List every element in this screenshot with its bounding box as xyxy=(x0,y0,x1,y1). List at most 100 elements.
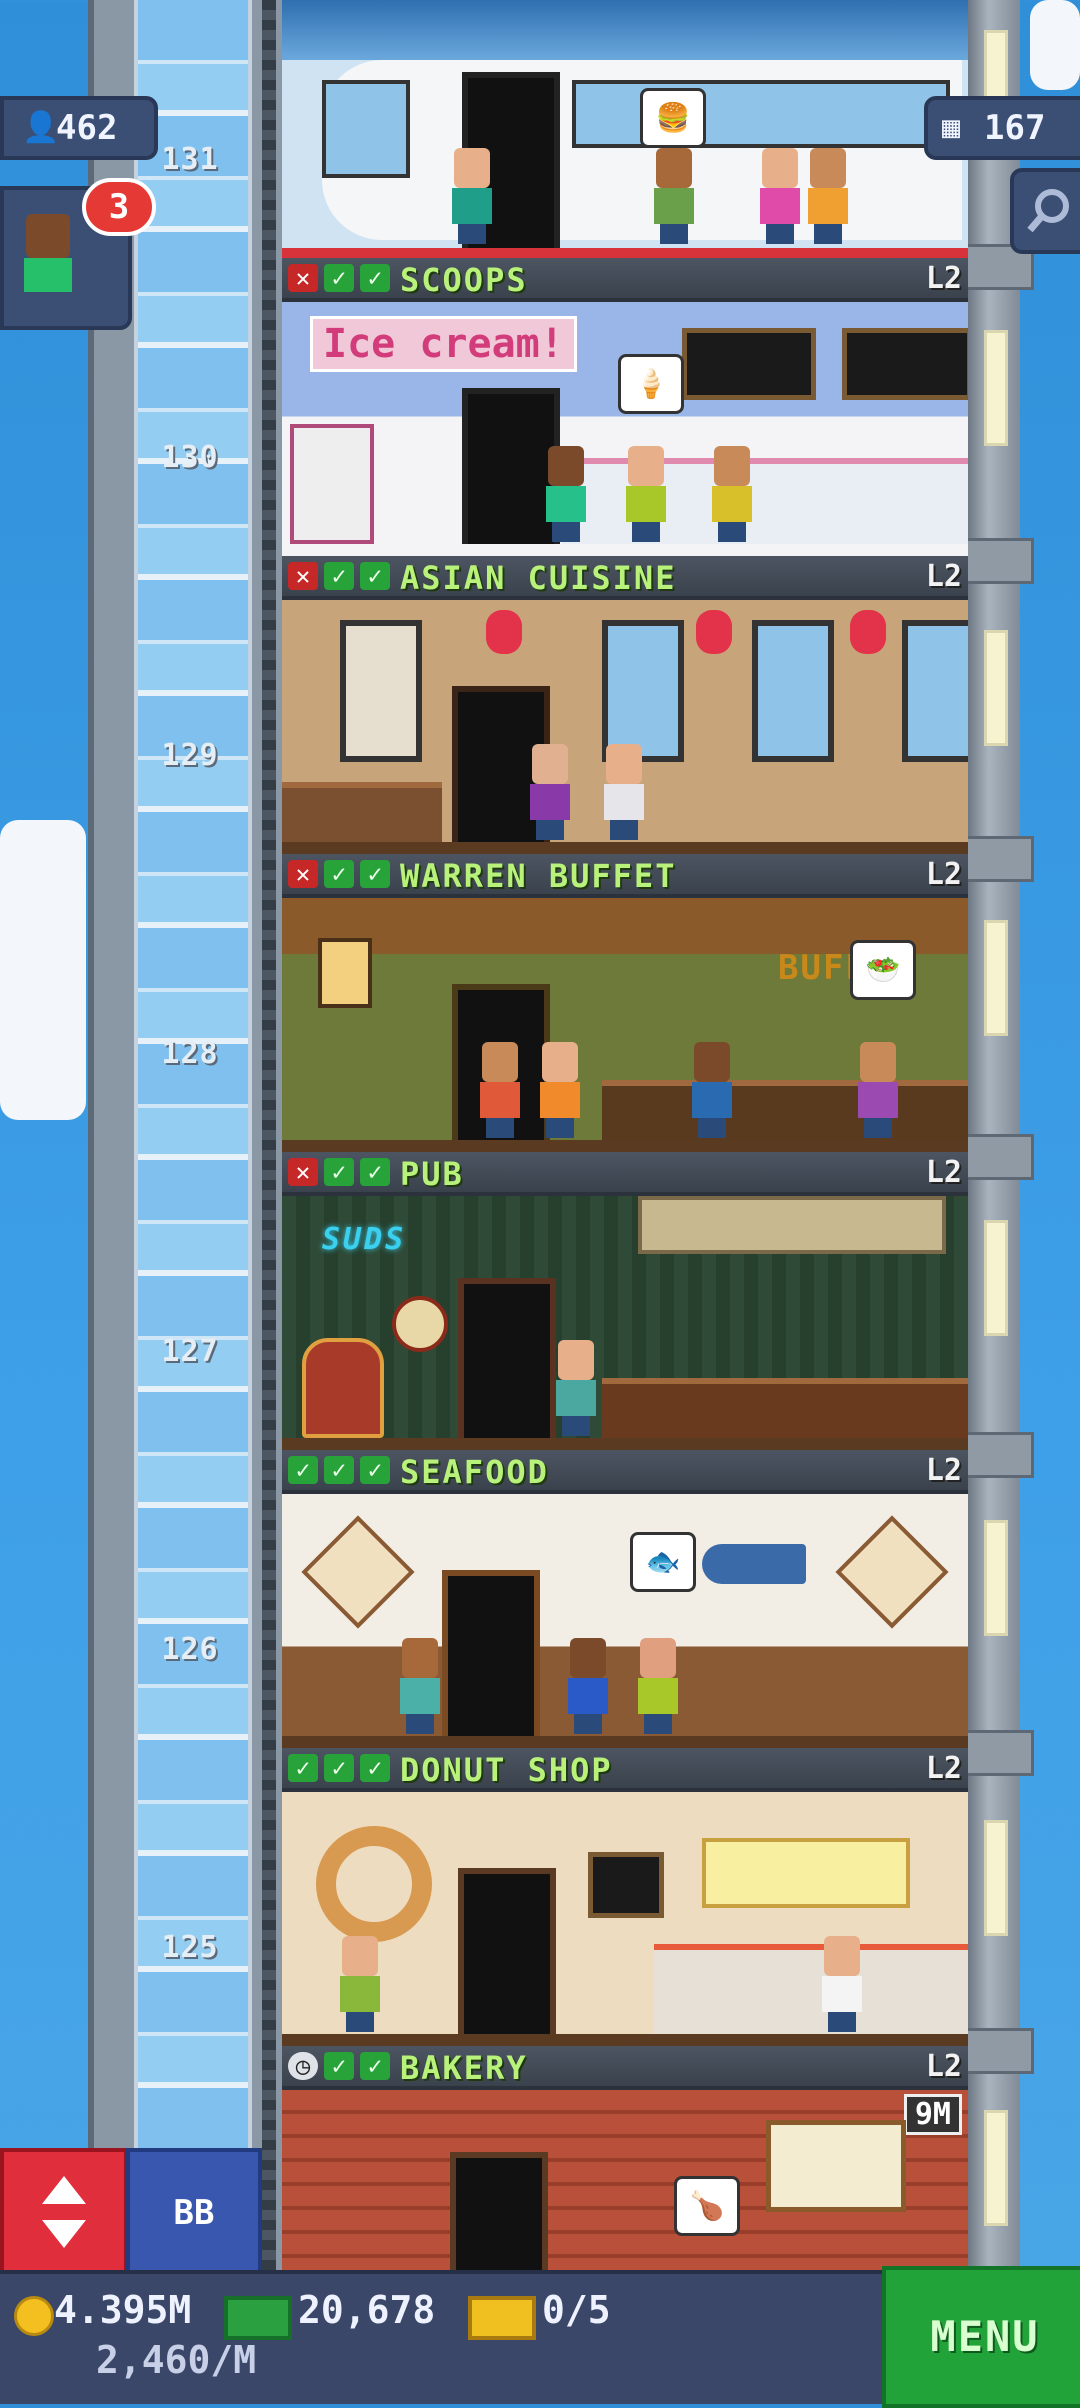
pillar-cap xyxy=(962,1432,1034,1478)
ice-cream-sign: Ice cream! xyxy=(310,316,577,372)
lattice-window xyxy=(340,620,422,762)
elevator-button[interactable] xyxy=(0,2148,128,2278)
lantern xyxy=(696,610,732,654)
floor-level: L2 xyxy=(925,857,962,892)
pillar-cap xyxy=(962,1134,1034,1180)
person[interactable] xyxy=(758,148,802,244)
person[interactable] xyxy=(398,1638,442,1734)
status-check-icon: ✓ xyxy=(324,2052,354,2080)
counter xyxy=(562,458,968,544)
floor-header: ✕ ✓ ✓ WARREN BUFFET L2 xyxy=(282,854,968,898)
floor-interior: BUFFET 🥗 xyxy=(282,898,968,1152)
pillar-light xyxy=(984,920,1008,1036)
crab-frame xyxy=(301,1515,415,1629)
floor-title: BAKERY xyxy=(400,2049,528,2087)
status-x-icon: ✕ xyxy=(288,562,318,590)
floor-127-pub[interactable]: ✕ ✓ ✓ PUB L2 SUDS xyxy=(282,1152,968,1450)
marlin-decor xyxy=(702,1544,806,1584)
floor-129-asian-cuisine[interactable]: ✕ ✓ ✓ ASIAN CUISINE L2 xyxy=(282,556,968,854)
person[interactable] xyxy=(690,1042,734,1138)
bitbook-button[interactable]: BB xyxy=(126,2148,262,2278)
pillar-light xyxy=(984,2110,1008,2226)
floor-base xyxy=(282,842,968,854)
person[interactable] xyxy=(538,1042,582,1138)
menu-board xyxy=(842,328,968,400)
floor-base xyxy=(282,2034,968,2046)
pillar-cap xyxy=(962,538,1034,584)
person[interactable] xyxy=(528,744,572,840)
person[interactable] xyxy=(652,148,696,244)
status-check-icon: ✓ xyxy=(360,562,390,590)
status-x-icon: ✕ xyxy=(288,264,318,292)
bux-value: 20,678 xyxy=(298,2288,436,2332)
status-check-icon: ✓ xyxy=(324,860,354,888)
floor-level: L2 xyxy=(925,1751,962,1786)
floor-number: 130 xyxy=(161,440,219,475)
floor-128-warren-buffet[interactable]: ✕ ✓ ✓ WARREN BUFFET L2 BUFFET 🥗 xyxy=(282,854,968,1152)
floor-interior: SUDS xyxy=(282,1196,968,1450)
person[interactable] xyxy=(478,1042,522,1138)
search-button[interactable] xyxy=(1010,168,1080,254)
person[interactable] xyxy=(554,1340,598,1436)
floors-value: 167 xyxy=(984,108,1046,148)
lantern xyxy=(486,610,522,654)
floors-counter[interactable]: ▦ 167 xyxy=(924,96,1080,160)
floor-126-seafood[interactable]: ✓ ✓ ✓ SEAFOOD L2 🐟 xyxy=(282,1450,968,1748)
bakery-menu-sign xyxy=(766,2120,906,2212)
menu-board xyxy=(588,1852,664,1918)
visitor-avatar xyxy=(26,214,70,258)
person[interactable] xyxy=(856,1042,900,1138)
lantern xyxy=(850,610,886,654)
person[interactable] xyxy=(566,1638,610,1734)
person[interactable] xyxy=(450,148,494,244)
timer-badge: 9M xyxy=(903,2094,962,2135)
menu-label: MENU xyxy=(930,2312,1040,2361)
speech-bubble: 🐟 xyxy=(630,1532,696,1592)
floor-title: SCOOPS xyxy=(400,261,528,299)
menu-button[interactable]: MENU xyxy=(882,2266,1080,2408)
bar-counter xyxy=(602,1378,968,1438)
suds-neon-sign: SUDS xyxy=(322,1222,407,1257)
floor-header: ✕ ✓ ✓ PUB L2 xyxy=(282,1152,968,1196)
door xyxy=(458,1868,556,2034)
person[interactable] xyxy=(602,744,646,840)
floor-number: 126 xyxy=(161,1632,219,1667)
floor-title: SEAFOOD xyxy=(400,1453,549,1491)
search-icon xyxy=(1027,189,1069,233)
floor-header: ✕ ✓ ✓ ASIAN CUISINE L2 xyxy=(282,556,968,600)
status-check-icon: ✓ xyxy=(360,1158,390,1186)
pillar-light xyxy=(984,1520,1008,1636)
person[interactable] xyxy=(710,446,754,542)
floor-title: PUB xyxy=(400,1155,464,1193)
person[interactable] xyxy=(820,1936,864,2032)
cloud xyxy=(1030,0,1080,90)
status-check-icon: ✓ xyxy=(324,264,354,292)
notification-badge: 3 xyxy=(82,178,156,236)
floor-124-bakery[interactable]: ◷ ✓ ✓ BAKERY L2 9M 🍗 xyxy=(282,2046,968,2270)
speech-bubble: 🥗 xyxy=(850,940,916,1000)
crab-frame xyxy=(835,1515,949,1629)
grid-icon: ▦ xyxy=(942,110,961,145)
person[interactable] xyxy=(636,1638,680,1734)
person[interactable] xyxy=(338,1936,382,2032)
status-check-icon: ✓ xyxy=(324,1754,354,1782)
floor-level: L2 xyxy=(925,261,962,296)
floor-125-donut-shop[interactable]: ✓ ✓ ✓ DONUT SHOP L2 xyxy=(282,1748,968,2046)
door xyxy=(442,1570,540,1736)
bux-icon xyxy=(224,2296,292,2340)
floor-level: L2 xyxy=(925,1155,962,1190)
population-counter[interactable]: 👤 462 xyxy=(0,96,158,160)
floor-interior xyxy=(282,600,968,854)
person[interactable] xyxy=(624,446,668,542)
pillar-light xyxy=(984,630,1008,746)
floor-131[interactable]: 🍔 xyxy=(282,0,968,258)
jukebox xyxy=(302,1338,384,1438)
floor-130-scoops[interactable]: ✕ ✓ ✓ SCOOPS L2 Ice cream! 🍦 xyxy=(282,258,968,556)
glass-rack xyxy=(638,1196,946,1254)
person[interactable] xyxy=(544,446,588,542)
floor-level: L2 xyxy=(925,1453,962,1488)
display-case xyxy=(290,424,374,544)
person[interactable] xyxy=(806,148,850,244)
floor-title: DONUT SHOP xyxy=(400,1751,613,1789)
pillar-cap xyxy=(962,2028,1034,2074)
